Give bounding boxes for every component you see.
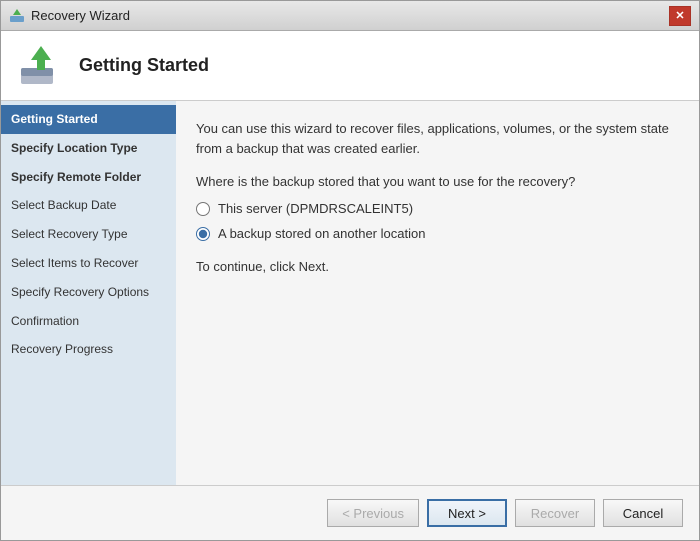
- description-line2: from a backup that was created earlier.: [196, 141, 420, 156]
- sidebar-item-location-type[interactable]: Specify Location Type: [1, 134, 176, 163]
- sidebar-item-backup-date[interactable]: Select Backup Date: [1, 191, 176, 220]
- close-button[interactable]: ✕: [669, 6, 691, 26]
- radio-another-location-label: A backup stored on another location: [218, 226, 425, 241]
- next-button[interactable]: Next >: [427, 499, 507, 527]
- sidebar-item-items-recover[interactable]: Select Items to Recover: [1, 249, 176, 278]
- sidebar-item-recovery-options[interactable]: Specify Recovery Options: [1, 278, 176, 307]
- previous-button[interactable]: < Previous: [327, 499, 419, 527]
- radio-option-this-server[interactable]: This server (DPMDRSCALEINT5): [196, 201, 679, 216]
- description-text: You can use this wizard to recover files…: [196, 119, 679, 158]
- sidebar-item-getting-started[interactable]: Getting Started: [1, 105, 176, 134]
- sidebar-item-recovery-progress[interactable]: Recovery Progress: [1, 335, 176, 364]
- wizard-icon: [17, 42, 65, 90]
- continue-text: To continue, click Next.: [196, 259, 679, 274]
- content-area: You can use this wizard to recover files…: [176, 101, 699, 485]
- title-bar-text: Recovery Wizard: [31, 8, 130, 23]
- main-content: Getting Started Specify Location Type Sp…: [1, 101, 699, 485]
- recover-button[interactable]: Recover: [515, 499, 595, 527]
- header-icon: [17, 42, 65, 90]
- radio-option-another-location[interactable]: A backup stored on another location: [196, 226, 679, 241]
- wizard-window: Recovery Wizard ✕ Getting Started Gettin…: [0, 0, 700, 541]
- header-section: Getting Started: [1, 31, 699, 101]
- radio-another-location[interactable]: [196, 227, 210, 241]
- sidebar-item-recovery-type[interactable]: Select Recovery Type: [1, 220, 176, 249]
- sidebar: Getting Started Specify Location Type Sp…: [1, 101, 176, 485]
- cancel-button[interactable]: Cancel: [603, 499, 683, 527]
- question-text: Where is the backup stored that you want…: [196, 174, 679, 189]
- title-bar: Recovery Wizard ✕: [1, 1, 699, 31]
- sidebar-item-confirmation[interactable]: Confirmation: [1, 307, 176, 336]
- radio-this-server-label: This server (DPMDRSCALEINT5): [218, 201, 413, 216]
- description-line1: You can use this wizard to recover files…: [196, 121, 669, 136]
- radio-this-server[interactable]: [196, 202, 210, 216]
- footer: < Previous Next > Recover Cancel: [1, 485, 699, 540]
- radio-group: This server (DPMDRSCALEINT5) A backup st…: [196, 201, 679, 241]
- title-bar-icon: [9, 8, 25, 24]
- header-title: Getting Started: [79, 55, 209, 76]
- sidebar-item-remote-folder[interactable]: Specify Remote Folder: [1, 163, 176, 192]
- title-bar-left: Recovery Wizard: [9, 8, 130, 24]
